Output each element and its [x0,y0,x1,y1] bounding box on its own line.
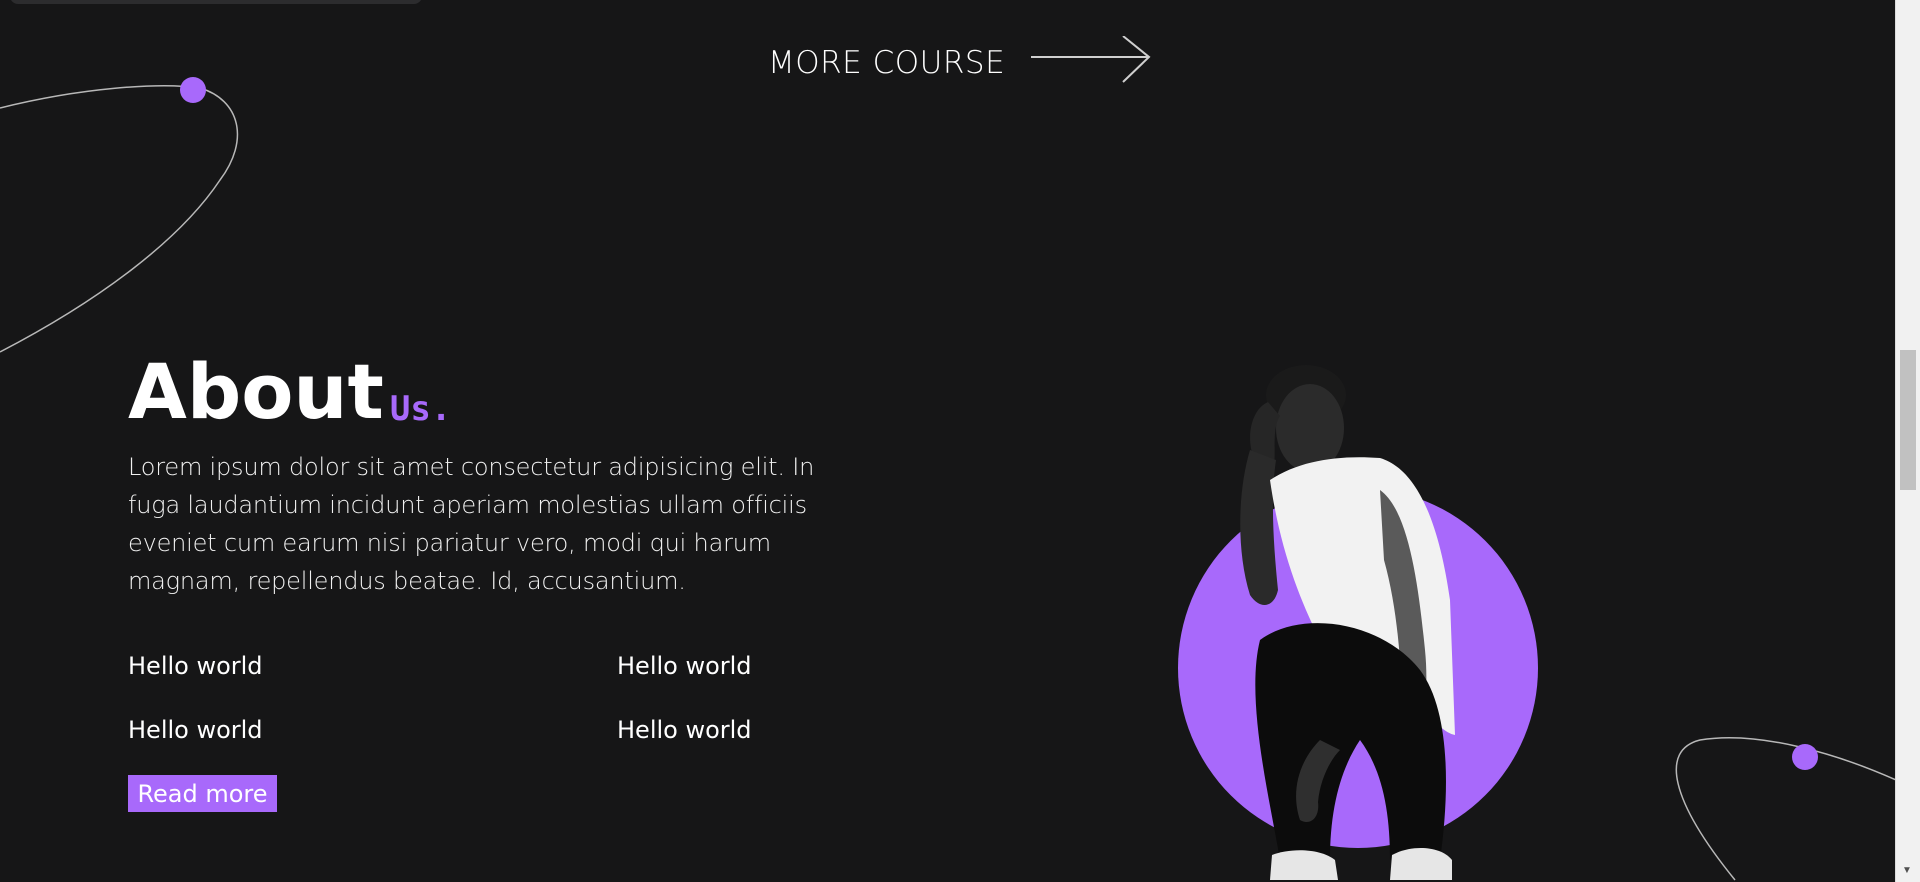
more-course-link[interactable]: MORE COURSE [768,36,1153,90]
page-scrollbar[interactable]: ▼ [1895,0,1920,882]
orbit-line-right [1675,737,1896,881]
scroll-down-arrow-icon[interactable]: ▼ [1902,866,1912,876]
feature-list: Hello world Hello world Hello world Hell… [128,648,828,758]
top-tab-remnant [10,0,422,4]
about-description: Lorem ipsum dolor sit amet consectetur a… [128,453,815,595]
orbit-dot-left [180,77,206,103]
about-title: About [128,347,384,436]
about-heading: About Us. [128,354,808,430]
arrow-right-icon [1031,36,1151,83]
about-hero-image [1178,365,1538,880]
orbit-dot-right [1792,744,1818,770]
more-course-label: MORE COURSE [768,45,1006,81]
feature-item: Hello world [128,716,263,744]
feature-item: Hello world [128,652,263,680]
scrollbar-thumb[interactable] [1900,350,1916,490]
about-section: About Us. Lorem ipsum dolor sit amet con… [128,354,814,600]
page: MORE COURSE About Us. Lorem ipsum dolor … [0,0,1896,882]
feature-item: Hello world [617,652,752,680]
read-more-button[interactable]: Read more [128,775,277,812]
orbit-line-left [0,85,239,353]
about-title-accent: Us. [389,389,452,429]
feature-item: Hello world [617,716,752,744]
